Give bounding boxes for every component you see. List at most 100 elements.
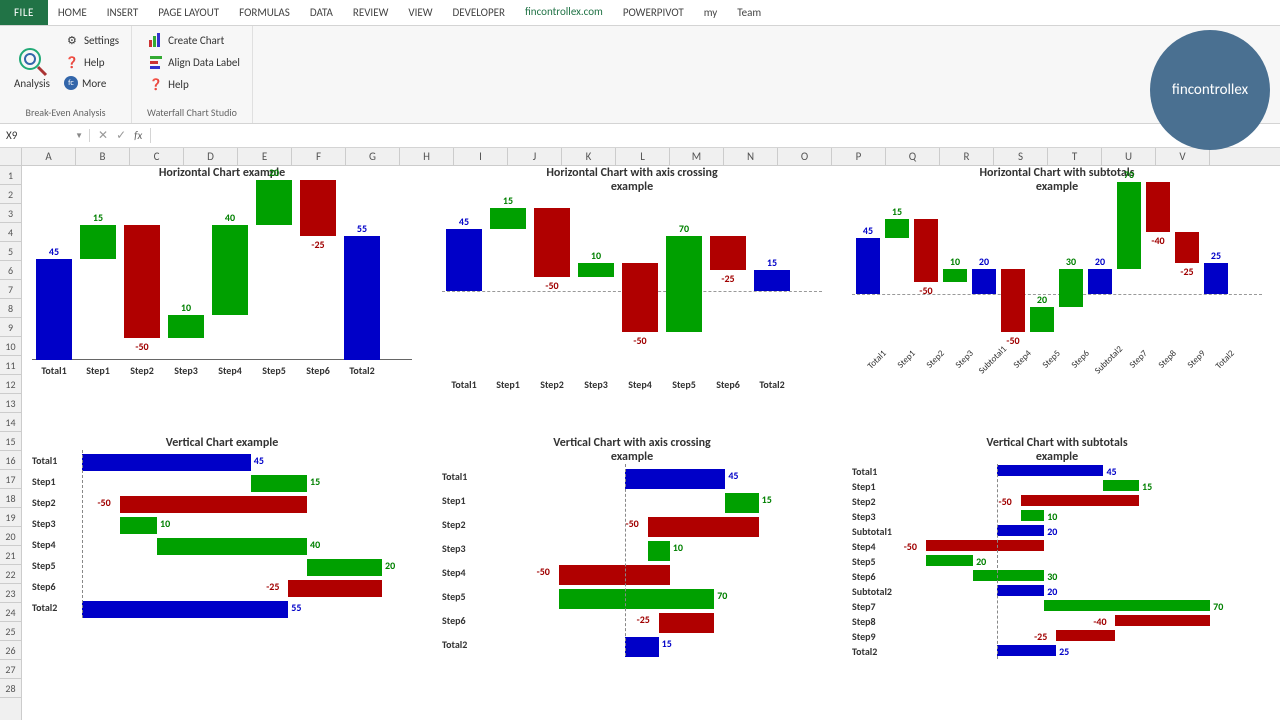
col-header[interactable]: K <box>562 148 616 165</box>
chart-h3: Horizontal Chart with subtotals example … <box>852 166 1262 424</box>
row-header[interactable]: 21 <box>0 546 21 565</box>
col-header[interactable]: U <box>1102 148 1156 165</box>
row-header[interactable]: 2 <box>0 185 21 204</box>
name-box[interactable]: X9 ▼ <box>0 129 90 142</box>
row-header[interactable]: 3 <box>0 204 21 223</box>
row-header[interactable]: 28 <box>0 679 21 698</box>
tab-developer[interactable]: DEVELOPER <box>443 0 515 25</box>
waterfall-row: Step115 <box>442 488 822 512</box>
row-header[interactable]: 1 <box>0 166 21 185</box>
col-header[interactable]: Q <box>886 148 940 165</box>
row-header[interactable]: 12 <box>0 375 21 394</box>
col-header[interactable]: T <box>1048 148 1102 165</box>
row-header[interactable]: 11 <box>0 356 21 375</box>
tab-data[interactable]: DATA <box>300 0 343 25</box>
tab-formulas[interactable]: FORMULAS <box>229 0 300 25</box>
cancel-icon[interactable]: ✕ <box>98 128 108 143</box>
tab-fincontrollex-com[interactable]: fincontrollex.com <box>515 0 613 25</box>
row-header[interactable]: 9 <box>0 318 21 337</box>
col-header[interactable]: P <box>832 148 886 165</box>
align-icon <box>148 54 164 70</box>
row-header[interactable]: 6 <box>0 261 21 280</box>
help-button[interactable]: ❓Help <box>60 52 123 72</box>
col-header[interactable]: D <box>184 148 238 165</box>
row-header[interactable]: 14 <box>0 413 21 432</box>
tab-file[interactable]: FILE <box>0 0 48 25</box>
category-label: Step3 <box>574 374 618 391</box>
tab-team[interactable]: Team <box>727 0 771 25</box>
row-header[interactable]: 27 <box>0 660 21 679</box>
category-label: Step2 <box>918 348 946 376</box>
row-header[interactable]: 17 <box>0 470 21 489</box>
group-waterfall: Create Chart Align Data Label ❓Help Wate… <box>132 26 253 123</box>
row-header[interactable]: 22 <box>0 565 21 584</box>
row-header[interactable]: 8 <box>0 299 21 318</box>
align-label-button[interactable]: Align Data Label <box>144 52 244 72</box>
col-header[interactable]: G <box>346 148 400 165</box>
column-headers: ABCDEFGHIJKLMNOPQRSTUV <box>0 148 1280 166</box>
col-header[interactable]: N <box>724 148 778 165</box>
col-header[interactable]: M <box>670 148 724 165</box>
col-header[interactable]: A <box>22 148 76 165</box>
category-label: Total2 <box>1208 348 1236 376</box>
col-header[interactable]: F <box>292 148 346 165</box>
more-button[interactable]: fcMore <box>60 74 123 92</box>
category-label: Step5 <box>1034 348 1062 376</box>
chart-icon <box>148 32 164 48</box>
row-header[interactable]: 16 <box>0 451 21 470</box>
row-header[interactable]: 25 <box>0 622 21 641</box>
settings-button[interactable]: ⚙Settings <box>60 30 123 50</box>
tab-page-layout[interactable]: PAGE LAYOUT <box>148 0 229 25</box>
chart-v3: Vertical Chart with subtotals example To… <box>852 436 1262 659</box>
row-header[interactable]: 18 <box>0 489 21 508</box>
row-header[interactable]: 24 <box>0 603 21 622</box>
waterfall-row: Step4-50 <box>852 539 1262 554</box>
col-header[interactable]: E <box>238 148 292 165</box>
waterfall-row: Step4-50 <box>442 560 822 584</box>
category-label: Step4 <box>618 374 662 391</box>
row-header[interactable]: 23 <box>0 584 21 603</box>
tab-view[interactable]: VIEW <box>398 0 442 25</box>
ribbon-tabs: FILEHOMEINSERTPAGE LAYOUTFORMULASDATAREV… <box>0 0 1280 26</box>
row-header[interactable]: 7 <box>0 280 21 299</box>
waterfall-row: Step570 <box>442 584 822 608</box>
category-label: Step4 <box>1005 348 1033 376</box>
row-header[interactable]: 15 <box>0 432 21 451</box>
tab-my[interactable]: my <box>694 0 728 25</box>
select-all-corner[interactable] <box>0 148 22 165</box>
col-header[interactable]: J <box>508 148 562 165</box>
row-header[interactable]: 10 <box>0 337 21 356</box>
help-button-2[interactable]: ❓Help <box>144 74 244 94</box>
chart-title: Vertical Chart example <box>32 436 412 450</box>
row-header[interactable]: 13 <box>0 394 21 413</box>
tab-powerpivot[interactable]: POWERPIVOT <box>613 0 694 25</box>
waterfall-row: Step520 <box>852 554 1262 569</box>
waterfall-row: Step6-25 <box>442 608 822 632</box>
waterfall-row: Step630 <box>852 569 1262 584</box>
fx-icon[interactable]: fx <box>134 129 142 142</box>
col-header[interactable]: R <box>940 148 994 165</box>
accept-icon[interactable]: ✓ <box>116 128 126 143</box>
tab-review[interactable]: REVIEW <box>343 0 399 25</box>
col-header[interactable]: B <box>76 148 130 165</box>
row-header[interactable]: 4 <box>0 223 21 242</box>
tab-insert[interactable]: INSERT <box>97 0 149 25</box>
create-chart-button[interactable]: Create Chart <box>144 30 244 50</box>
waterfall-row: Step440 <box>32 534 412 555</box>
col-header[interactable]: L <box>616 148 670 165</box>
row-header[interactable]: 20 <box>0 527 21 546</box>
analysis-button[interactable]: Analysis <box>8 30 56 104</box>
col-header[interactable]: O <box>778 148 832 165</box>
row-header[interactable]: 26 <box>0 641 21 660</box>
row-header[interactable]: 19 <box>0 508 21 527</box>
tab-home[interactable]: HOME <box>48 0 97 25</box>
col-header[interactable]: C <box>130 148 184 165</box>
col-header[interactable]: S <box>994 148 1048 165</box>
col-header[interactable]: V <box>1156 148 1210 165</box>
col-header[interactable]: I <box>454 148 508 165</box>
col-header[interactable]: H <box>400 148 454 165</box>
sheet-canvas[interactable]: Horizontal Chart example 4515-50104020-2… <box>22 166 1280 720</box>
row-header[interactable]: 5 <box>0 242 21 261</box>
waterfall-row: Step310 <box>852 509 1262 524</box>
waterfall-row: Step2-50 <box>852 494 1262 509</box>
